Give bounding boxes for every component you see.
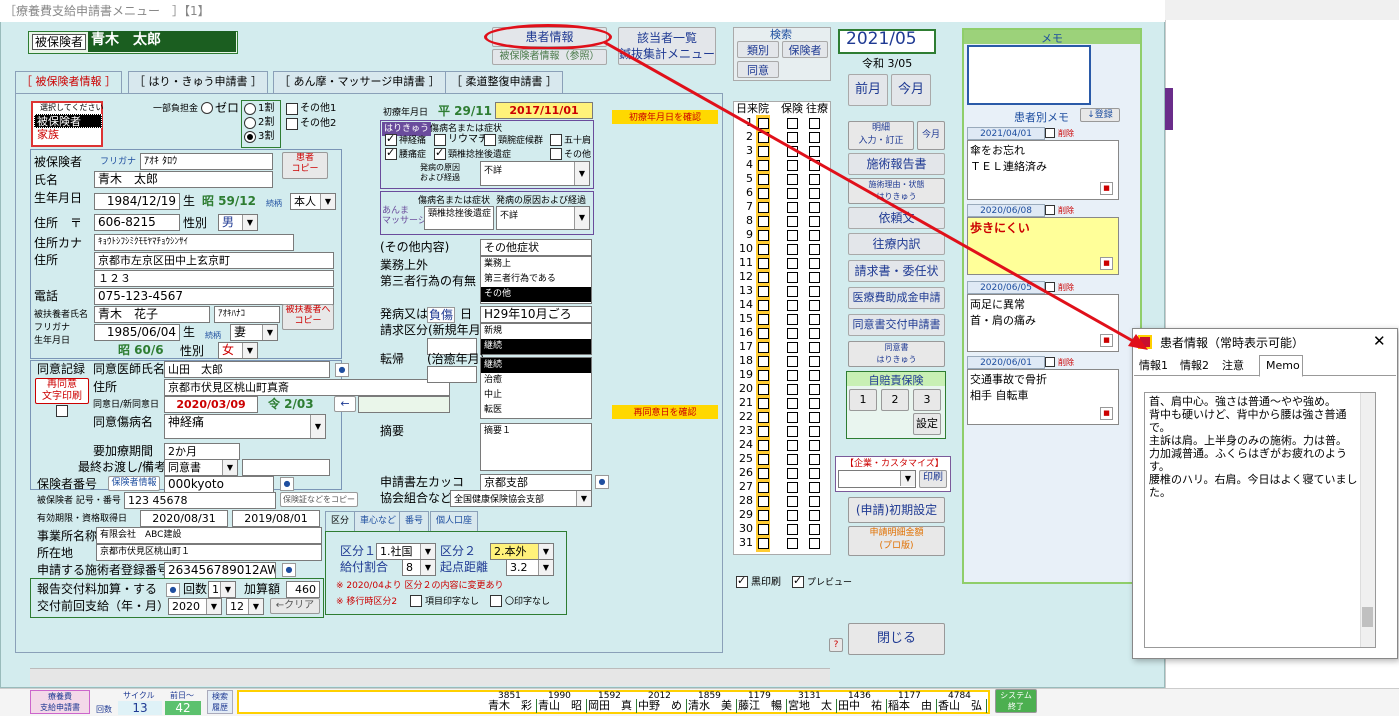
annotation-arrow	[603, 40, 1148, 350]
